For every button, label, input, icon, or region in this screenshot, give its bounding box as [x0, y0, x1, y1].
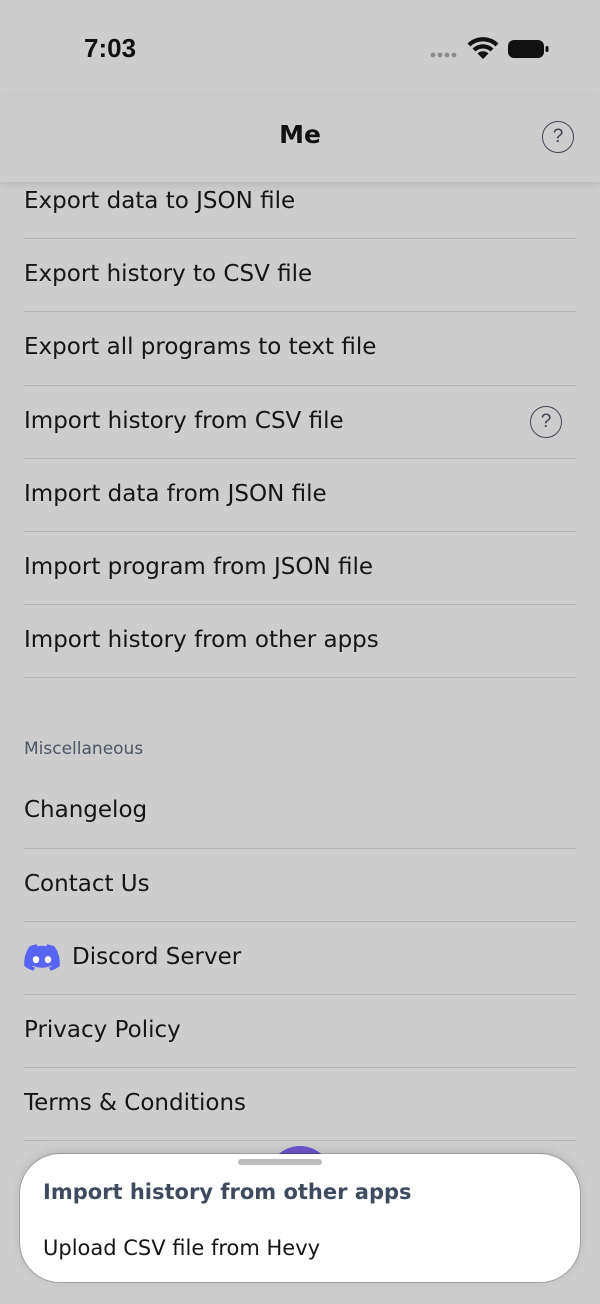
row-contact-us[interactable]: Contact Us: [24, 849, 576, 922]
row-label: Changelog: [24, 797, 148, 824]
row-import-program-json[interactable]: Import program from JSON file: [24, 532, 576, 606]
bottom-sheet: Import history from other apps Upload CS…: [0, 1154, 600, 1304]
wifi-icon: [467, 37, 499, 59]
cellular-signal-icon: [430, 52, 457, 58]
row-changelog[interactable]: Changelog: [24, 775, 576, 849]
row-terms-conditions[interactable]: Terms & Conditions: [24, 1068, 576, 1142]
battery-icon: [508, 40, 549, 58]
row-label: Import program from JSON file: [24, 553, 373, 580]
row-label: Contact Us: [24, 870, 150, 897]
nav-bar: Me ?: [0, 96, 600, 182]
page-title: Me: [279, 120, 321, 149]
section-label: Miscellaneous: [24, 739, 144, 760]
row-label: Discord Server: [72, 943, 242, 970]
status-icons: [430, 37, 549, 59]
row-label: Privacy Policy: [24, 1016, 181, 1043]
row-import-history-other-apps[interactable]: Import history from other apps: [24, 605, 576, 679]
settings-list: Export data to JSON file Export history …: [0, 166, 600, 1215]
section-header-miscellaneous: Miscellaneous: [24, 678, 576, 775]
row-import-history-csv[interactable]: Import history from CSV file ?: [24, 386, 576, 459]
row-label: Export all programs to text file: [24, 334, 377, 361]
status-bar: 7:03: [0, 0, 600, 96]
sheet-drag-handle[interactable]: [238, 1159, 322, 1165]
row-label: Import history from other apps: [24, 627, 379, 654]
row-privacy-policy[interactable]: Privacy Policy: [24, 995, 576, 1069]
row-label: Export data to JSON file: [24, 188, 296, 214]
row-export-history-csv[interactable]: Export history to CSV file: [24, 239, 576, 313]
row-label: Export history to CSV file: [24, 261, 313, 288]
row-label: Terms & Conditions: [24, 1090, 247, 1117]
row-export-programs-text[interactable]: Export all programs to text file: [24, 312, 576, 386]
help-icon[interactable]: ?: [530, 405, 562, 438]
upload-hevy-csv-option[interactable]: Upload CSV file from Hevy: [43, 1236, 320, 1260]
row-label: Import data from JSON file: [24, 480, 327, 507]
row-label: Import history from CSV file: [24, 407, 344, 434]
row-import-data-json[interactable]: Import data from JSON file: [24, 459, 576, 532]
sheet-card: Import history from other apps Upload CS…: [20, 1154, 580, 1282]
help-icon[interactable]: ?: [542, 121, 574, 153]
sheet-title: Import history from other apps: [43, 1180, 412, 1204]
row-discord-server[interactable]: Discord Server: [24, 922, 576, 995]
discord-icon: [24, 943, 60, 971]
status-time: 7:03: [84, 33, 137, 63]
